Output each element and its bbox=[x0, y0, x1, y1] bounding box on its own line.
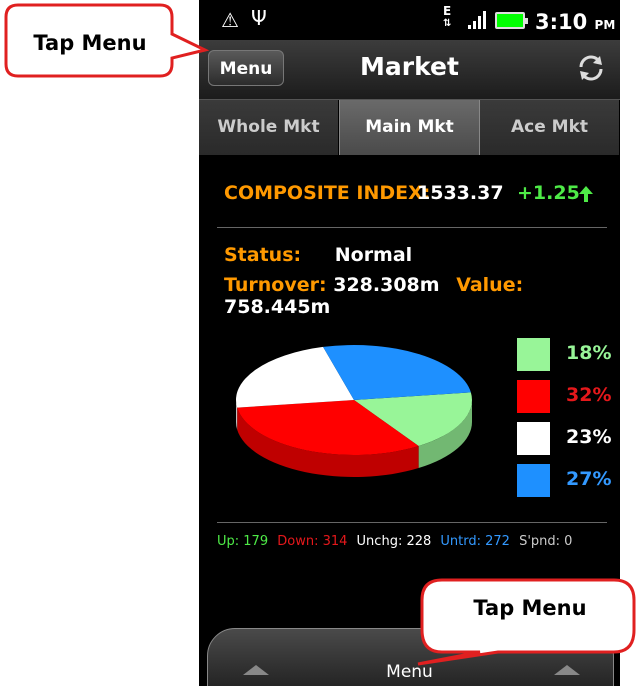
composite-index-value: 1533.37 bbox=[417, 182, 504, 204]
callout-top-text: Tap Menu bbox=[33, 31, 147, 55]
untraded-count: Untrd: 272 bbox=[440, 534, 510, 549]
advance-decline-counts: Up: 179 Down: 314 Unchg: 228 Untrd: 272 … bbox=[217, 534, 577, 549]
divider bbox=[217, 227, 607, 228]
status-bar: ⚠ Ψ E ⇅ 3:10 PM bbox=[199, 0, 620, 40]
tab-whole-mkt[interactable]: Whole Mkt bbox=[199, 100, 339, 155]
signal-icon bbox=[468, 11, 486, 29]
down-count: Down: 314 bbox=[277, 534, 348, 549]
network-type-icon: E ⇅ bbox=[443, 4, 452, 29]
tab-main-mkt[interactable]: Main Mkt bbox=[339, 100, 480, 155]
turnover-row: Turnover: 328.308m Value: 758.445m bbox=[224, 274, 620, 318]
legend-swatch bbox=[517, 464, 550, 497]
status-time: 3:10 PM bbox=[535, 10, 616, 34]
composite-index-label: COMPOSITE INDEX: bbox=[224, 182, 431, 204]
tab-ace-mkt[interactable]: Ace Mkt bbox=[480, 100, 620, 155]
status-label: Status: bbox=[224, 244, 302, 266]
suspended-count: S'pnd: 0 bbox=[519, 534, 573, 549]
divider bbox=[217, 522, 607, 523]
up-count: Up: 179 bbox=[217, 534, 269, 549]
legend-label: 23% bbox=[566, 426, 612, 448]
market-tabs: Whole Mkt Main Mkt Ace Mkt bbox=[199, 100, 620, 155]
usb-icon: Ψ bbox=[251, 6, 267, 30]
turnover-value: 328.308m bbox=[333, 274, 440, 296]
status-row: Status: Normal bbox=[224, 244, 412, 266]
market-pie-chart bbox=[236, 345, 472, 477]
legend-label: 32% bbox=[566, 384, 612, 406]
turnover-label: Turnover: bbox=[224, 274, 327, 296]
legend-label: 27% bbox=[566, 468, 612, 490]
refresh-icon[interactable] bbox=[576, 53, 606, 83]
legend-swatch bbox=[517, 338, 550, 371]
callout-bottom-text: Tap Menu bbox=[473, 596, 587, 620]
up-arrow-icon bbox=[579, 186, 593, 202]
app-header: Menu Market bbox=[199, 40, 620, 100]
battery-icon bbox=[495, 12, 528, 29]
composite-index-change: +1.25 bbox=[517, 182, 580, 204]
value-label: Value: bbox=[456, 274, 524, 296]
value-value: 758.445m bbox=[224, 296, 331, 318]
page-title: Market bbox=[360, 52, 459, 81]
legend-swatch bbox=[517, 422, 550, 455]
status-value: Normal bbox=[334, 244, 413, 266]
unchanged-count: Unchg: 228 bbox=[356, 534, 432, 549]
legend-label: 18% bbox=[566, 342, 612, 364]
legend-swatch bbox=[517, 380, 550, 413]
